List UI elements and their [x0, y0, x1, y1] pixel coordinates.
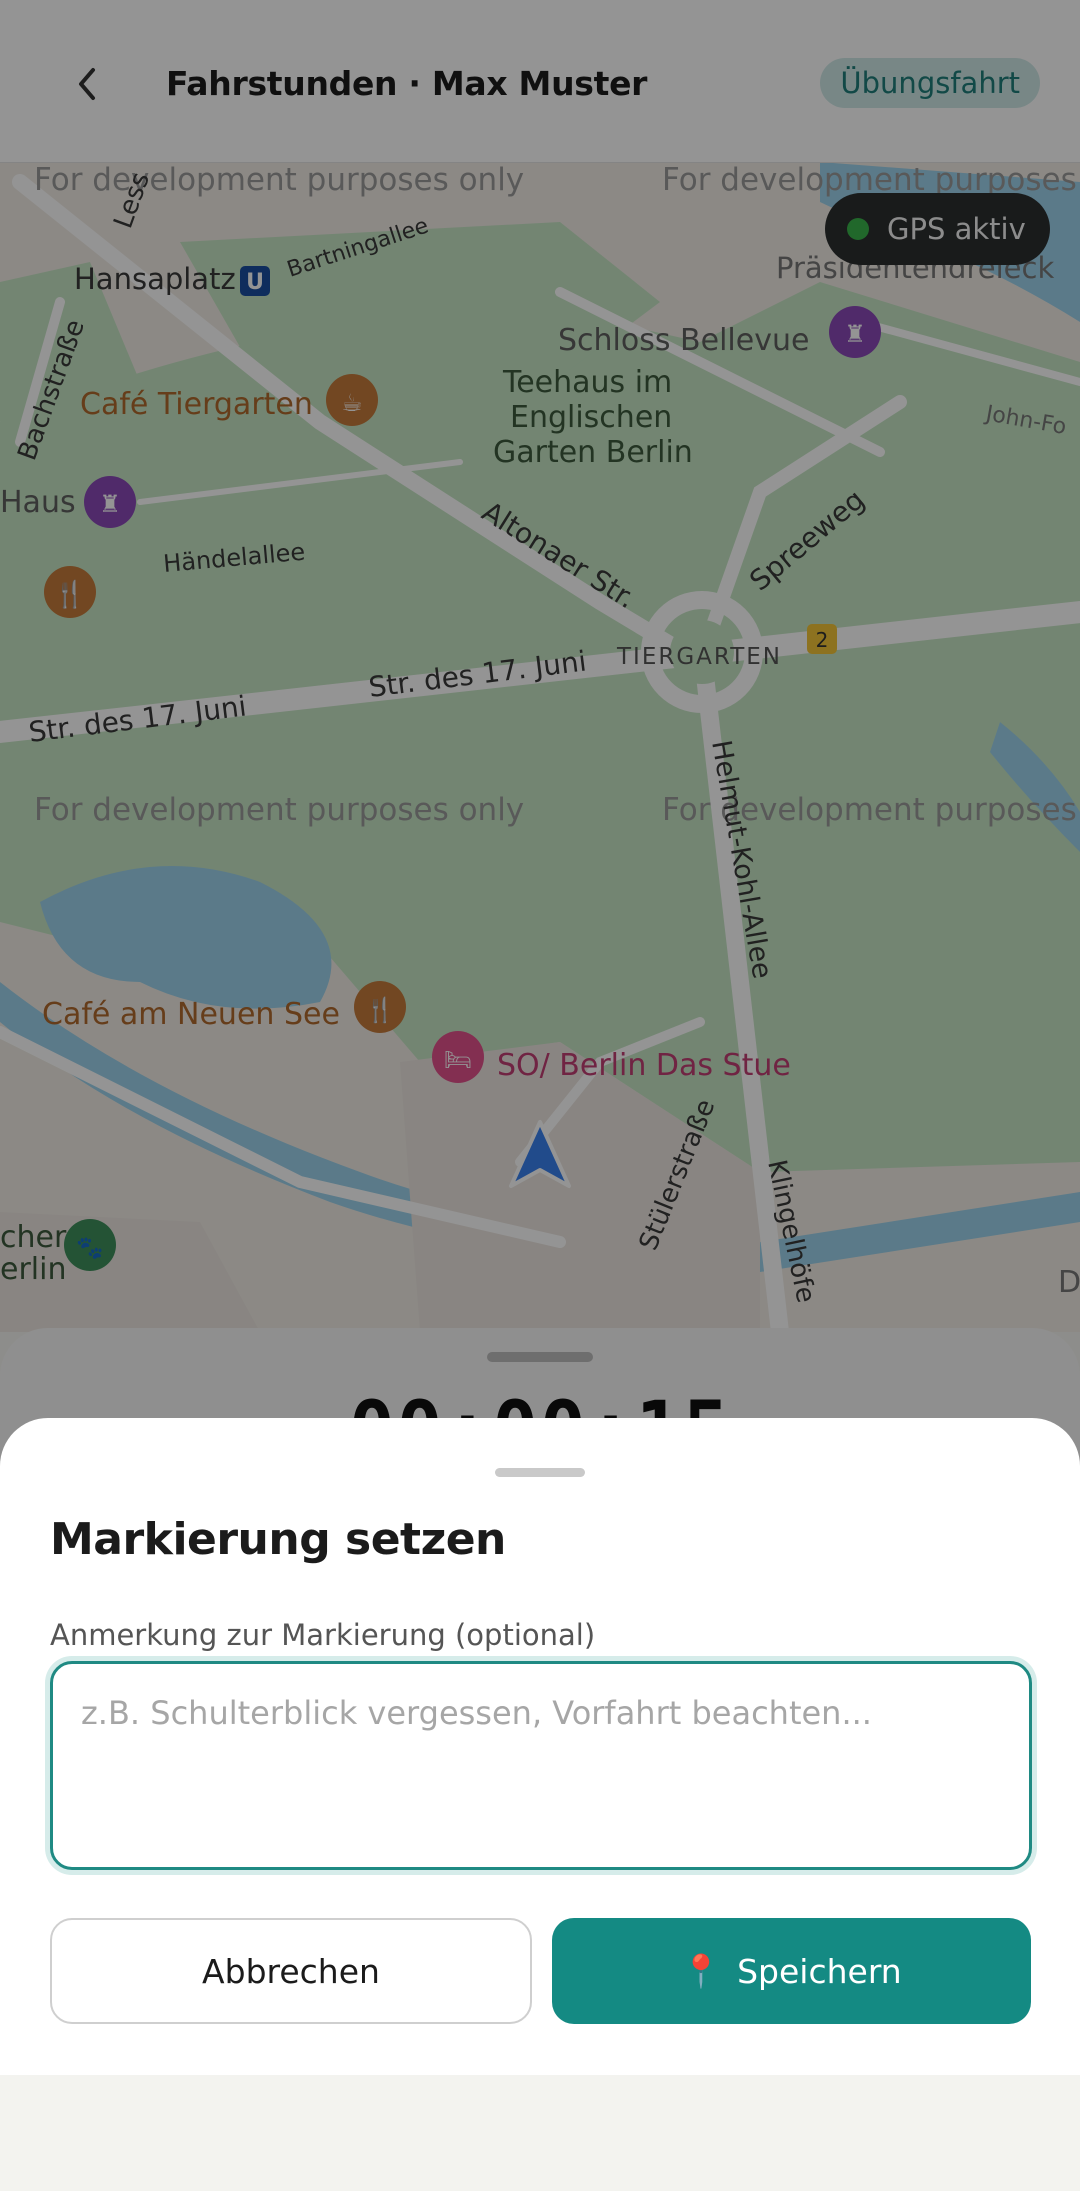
- save-button-label: Speichern: [737, 1951, 902, 1991]
- modal-title: Markierung setzen: [50, 1514, 506, 1565]
- modal-drag-handle[interactable]: [495, 1468, 585, 1477]
- marker-modal: Markierung setzen Anmerkung zur Markieru…: [0, 1418, 1080, 2075]
- save-button[interactable]: 📍 Speichern: [552, 1918, 1031, 2024]
- note-field-label: Anmerkung zur Markierung (optional): [50, 1618, 596, 1652]
- cancel-button[interactable]: Abbrechen: [50, 1918, 532, 2024]
- pin-icon: 📍: [681, 1952, 722, 1990]
- bottom-safe-area: [0, 2075, 1080, 2191]
- marker-note-input[interactable]: [50, 1661, 1032, 1870]
- cancel-button-label: Abbrechen: [202, 1951, 380, 1991]
